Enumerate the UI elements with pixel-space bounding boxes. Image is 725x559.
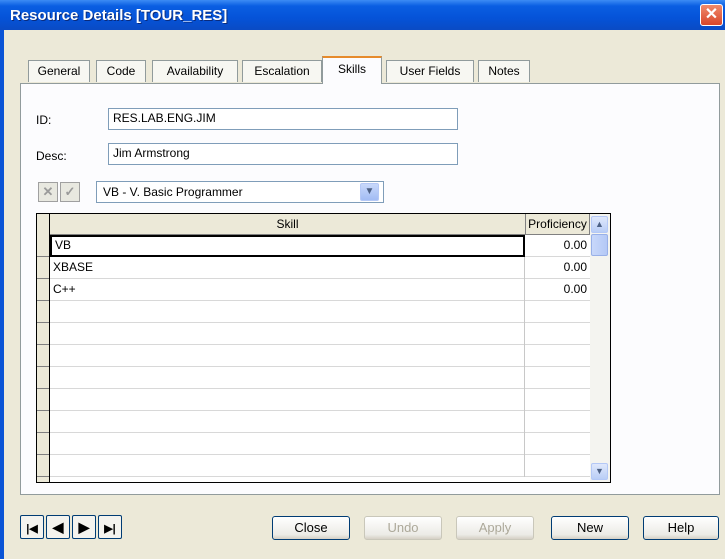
scroll-up-icon[interactable]: ▲: [591, 216, 608, 233]
row-header[interactable]: [37, 345, 49, 367]
skill-cell[interactable]: [50, 301, 525, 323]
table-row[interactable]: [50, 433, 590, 455]
row-header[interactable]: [37, 433, 49, 455]
scroll-thumb[interactable]: [591, 234, 608, 256]
first-record-button[interactable]: |◀: [20, 515, 44, 539]
row-header[interactable]: [37, 389, 49, 411]
column-header-proficiency[interactable]: Proficiency: [526, 214, 590, 235]
proficiency-cell[interactable]: [525, 455, 590, 477]
next-record-button[interactable]: ▶: [72, 515, 96, 539]
row-header[interactable]: [37, 279, 49, 301]
skills-grid[interactable]: Skill Proficiency VB 0.00 XBASE 0.00 C++ 0.00…: [36, 213, 611, 483]
table-row[interactable]: [50, 389, 590, 411]
table-row[interactable]: [50, 301, 590, 323]
window-close-icon[interactable]: ✕: [700, 4, 723, 26]
tab-escalation[interactable]: Escalation: [242, 60, 322, 82]
table-row[interactable]: [50, 455, 590, 477]
cancel-button[interactable]: ✕: [38, 182, 58, 202]
tab-notes[interactable]: Notes: [478, 60, 530, 82]
proficiency-cell[interactable]: [525, 367, 590, 389]
last-record-button[interactable]: ▶|: [98, 515, 122, 539]
skill-cell[interactable]: [50, 367, 525, 389]
proficiency-cell[interactable]: 0.00: [525, 279, 590, 301]
row-header[interactable]: [37, 257, 49, 279]
row-header[interactable]: [37, 367, 49, 389]
tab-skills[interactable]: Skills: [322, 56, 382, 84]
table-row[interactable]: [50, 367, 590, 389]
proficiency-cell[interactable]: [525, 411, 590, 433]
skill-cell[interactable]: [50, 389, 525, 411]
proficiency-cell[interactable]: [525, 301, 590, 323]
skill-cell[interactable]: [50, 411, 525, 433]
proficiency-cell[interactable]: 0.00: [525, 257, 590, 279]
window-frame-left: [0, 30, 4, 559]
proficiency-cell[interactable]: [525, 389, 590, 411]
new-button[interactable]: New: [551, 516, 629, 540]
column-header-skill[interactable]: Skill: [50, 214, 526, 235]
grid-scrollbar[interactable]: ▲ ▼: [590, 214, 610, 482]
row-header[interactable]: [37, 323, 49, 345]
row-header[interactable]: [37, 455, 49, 477]
skill-select-value: VB - V. Basic Programmer: [103, 185, 243, 199]
previous-record-icon: ◀: [52, 519, 64, 535]
id-field[interactable]: RES.LAB.ENG.JIM: [108, 108, 458, 130]
skill-cell[interactable]: VB: [50, 235, 525, 257]
table-row[interactable]: VB 0.00: [50, 235, 590, 257]
cross-icon: ✕: [42, 184, 54, 199]
id-label: ID:: [36, 113, 52, 127]
table-row[interactable]: [50, 323, 590, 345]
proficiency-cell[interactable]: [525, 323, 590, 345]
undo-button[interactable]: Undo: [364, 516, 442, 540]
help-button[interactable]: Help: [643, 516, 719, 540]
desc-label: Desc:: [36, 149, 67, 163]
table-row[interactable]: [50, 411, 590, 433]
tab-general[interactable]: General: [28, 60, 90, 82]
skill-cell[interactable]: XBASE: [50, 257, 525, 279]
accept-button[interactable]: ✓: [60, 182, 80, 202]
skill-cell[interactable]: C++: [50, 279, 525, 301]
row-header[interactable]: [37, 301, 49, 323]
previous-record-button[interactable]: ◀: [46, 515, 70, 539]
table-row[interactable]: C++ 0.00: [50, 279, 590, 301]
table-row[interactable]: XBASE 0.00: [50, 257, 590, 279]
skill-select[interactable]: VB - V. Basic Programmer ▼: [96, 181, 384, 203]
first-record-icon: |◀: [26, 523, 38, 535]
desc-field[interactable]: Jim Armstrong: [108, 143, 458, 165]
skill-cell[interactable]: [50, 323, 525, 345]
close-button[interactable]: Close: [272, 516, 350, 540]
next-record-icon: ▶: [78, 519, 90, 535]
tab-user-fields[interactable]: User Fields: [386, 60, 474, 82]
skill-cell[interactable]: [50, 345, 525, 367]
apply-button[interactable]: Apply: [456, 516, 534, 540]
tab-availability[interactable]: Availability: [152, 60, 238, 82]
checkmark-icon: ✓: [64, 184, 76, 199]
scroll-down-icon[interactable]: ▼: [591, 463, 608, 480]
window-title: Resource Details [TOUR_RES]: [10, 7, 228, 24]
proficiency-cell[interactable]: 0.00: [525, 235, 590, 257]
table-row[interactable]: [50, 345, 590, 367]
skill-cell[interactable]: [50, 433, 525, 455]
proficiency-cell[interactable]: [525, 345, 590, 367]
row-header[interactable]: [37, 411, 49, 433]
skill-cell[interactable]: [50, 455, 525, 477]
chevron-down-icon[interactable]: ▼: [360, 183, 379, 201]
row-header[interactable]: [37, 235, 49, 257]
tab-code[interactable]: Code: [96, 60, 146, 82]
last-record-icon: ▶|: [104, 523, 116, 535]
grid-body: VB 0.00 XBASE 0.00 C++ 0.00: [37, 235, 590, 482]
proficiency-cell[interactable]: [525, 433, 590, 455]
